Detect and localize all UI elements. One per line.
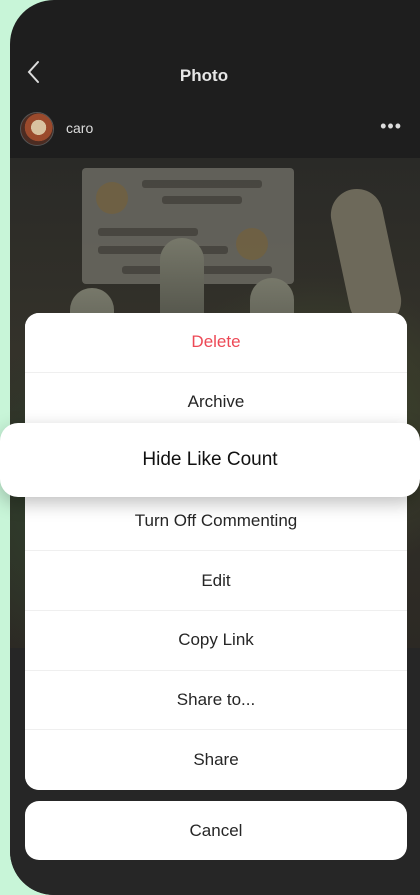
photo-tag xyxy=(326,184,406,332)
page-title: Photo xyxy=(179,66,229,85)
action-sheet: Delete Archive Turn Off Commenting Edit … xyxy=(25,313,407,790)
hide-like-count-option[interactable]: Hide Like Count xyxy=(0,423,420,497)
avatar[interactable] xyxy=(20,112,54,146)
delete-option[interactable]: Delete xyxy=(25,313,407,373)
cancel-button[interactable]: Cancel xyxy=(25,801,407,860)
turn-off-commenting-option[interactable]: Turn Off Commenting xyxy=(25,491,407,552)
share-option[interactable]: Share xyxy=(25,730,407,790)
copy-link-option[interactable]: Copy Link xyxy=(25,610,407,671)
post-header: caro ••• xyxy=(10,108,420,152)
edit-option[interactable]: Edit xyxy=(25,551,407,611)
more-horizontal-icon[interactable]: ••• xyxy=(380,116,402,137)
top-nav-bar: Photo xyxy=(10,48,420,104)
chevron-left-icon[interactable] xyxy=(22,58,46,86)
share-to-option[interactable]: Share to... xyxy=(25,670,407,731)
username[interactable]: caro xyxy=(66,120,93,136)
